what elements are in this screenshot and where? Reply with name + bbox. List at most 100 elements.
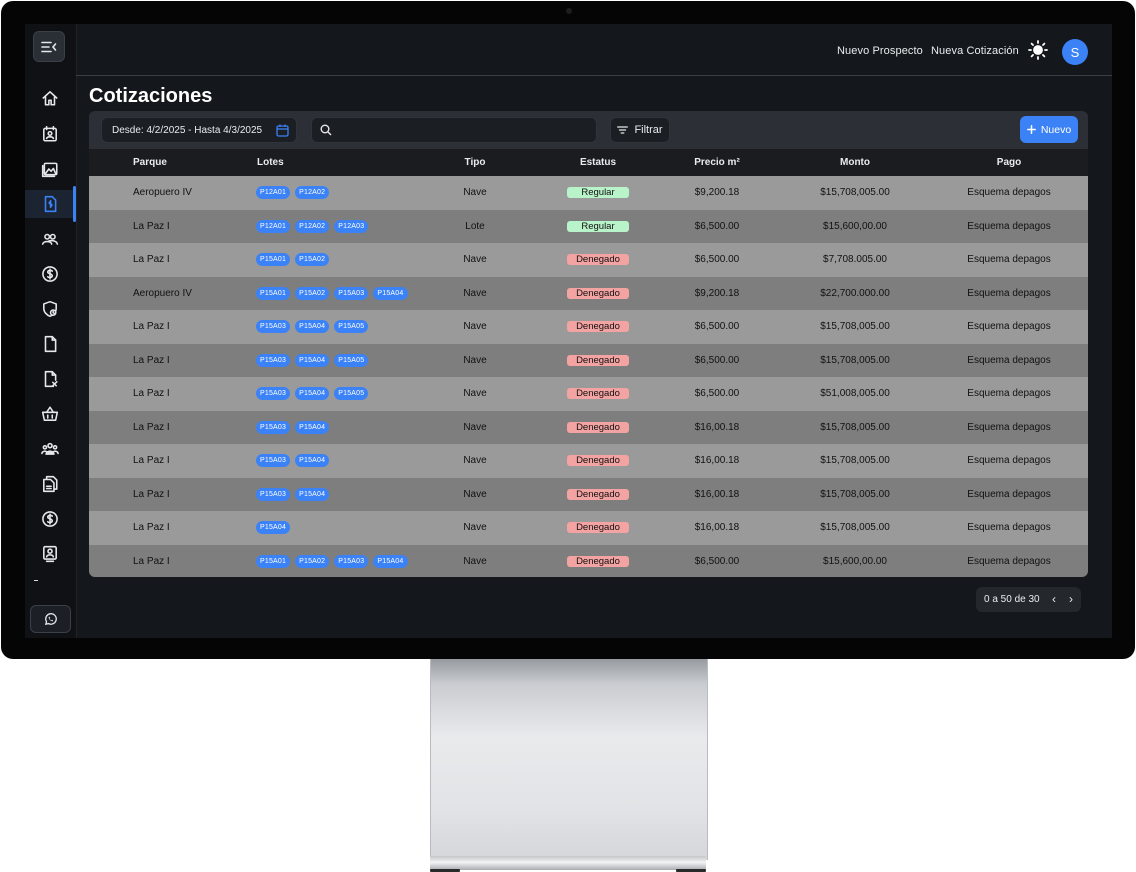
- lot-chip[interactable]: P15A04: [295, 353, 330, 367]
- cell-parque: Aeropuero IV: [133, 287, 192, 299]
- camera: [566, 8, 572, 14]
- lot-chip[interactable]: P15A04: [373, 554, 408, 568]
- lot-chip[interactable]: P15A03: [256, 353, 291, 367]
- table-row[interactable]: La Paz I P12A01 P12A02 P12A03 Lote Regular $6,…: [89, 209, 1088, 243]
- filter-icon: [617, 126, 629, 134]
- column-header-pago[interactable]: Pago: [997, 157, 1021, 168]
- sidebar-item-file[interactable]: [25, 330, 75, 358]
- sidebar-item-home[interactable]: [25, 84, 75, 112]
- sidebar-item-contact-card[interactable]: [25, 120, 75, 148]
- lot-chip[interactable]: P15A03: [256, 454, 291, 467]
- lot-chip[interactable]: P15A04: [295, 320, 330, 333]
- sidebar-item-file-edit[interactable]: [25, 365, 75, 393]
- lot-chip[interactable]: P15A05: [334, 320, 369, 333]
- user-avatar[interactable]: S: [1062, 39, 1088, 65]
- whatsapp-button[interactable]: [30, 605, 71, 633]
- sidebar-item-id-badge[interactable]: [25, 540, 75, 568]
- lot-chip[interactable]: P15A01: [256, 554, 291, 568]
- lot-chip[interactable]: P15A04: [295, 454, 330, 467]
- date-range-picker[interactable]: Desde: 4/2/2025 - Hasta 4/3/2025: [101, 117, 297, 143]
- lot-chip[interactable]: P12A03: [334, 219, 369, 233]
- column-header-parque[interactable]: Parque: [133, 157, 167, 168]
- table-row[interactable]: La Paz I P15A04 Nave Denegado $16,00.18 $15,7…: [89, 511, 1088, 545]
- lot-chip[interactable]: P15A03: [256, 387, 291, 400]
- status-badge: Denegado: [567, 388, 629, 399]
- lot-chip[interactable]: P12A01: [256, 186, 291, 199]
- table-row[interactable]: La Paz I P15A03 P15A04 P15A05 Nave Denegado $6…: [89, 343, 1088, 377]
- sidebar-item-quote-document[interactable]: [25, 186, 76, 222]
- cell-parque: La Paz I: [133, 522, 170, 533]
- cell-lotes: P15A03 P15A04 P15A05: [256, 320, 369, 333]
- home-icon: [42, 91, 58, 106]
- basket-icon: [41, 406, 59, 421]
- search-input[interactable]: [338, 118, 592, 144]
- lot-chip[interactable]: P15A04: [256, 521, 291, 534]
- sidebar-item-documents[interactable]: [25, 470, 75, 498]
- search-field[interactable]: [311, 117, 597, 144]
- table-row[interactable]: La Paz I P15A03 P15A04 Nave Denegado $16,00.1…: [89, 477, 1088, 511]
- column-header-tipo[interactable]: Tipo: [465, 157, 486, 168]
- sidebar-item-basket[interactable]: [25, 400, 75, 428]
- lot-chip[interactable]: P12A01: [256, 219, 291, 233]
- table-row[interactable]: Aeropuero IV P15A01 P15A02 P15A03 P15A04 Nave…: [89, 276, 1088, 310]
- lot-chip[interactable]: P15A02: [295, 253, 330, 266]
- column-header-precio[interactable]: Precio m²: [694, 157, 740, 168]
- lot-chip[interactable]: P15A02: [295, 554, 330, 568]
- prev-page-icon[interactable]: ‹: [1052, 592, 1056, 606]
- lot-chip[interactable]: P15A03: [334, 286, 369, 300]
- sidebar-item-dollar[interactable]: [25, 260, 75, 288]
- lot-chip[interactable]: P12A02: [295, 186, 330, 199]
- table-row[interactable]: La Paz I P15A03 P15A04 Nave Denegado $16,00.1…: [89, 410, 1088, 444]
- table-row[interactable]: La Paz I P15A03 P15A04 P15A05 Nave Denegado $6…: [89, 377, 1088, 411]
- lot-chip[interactable]: P15A03: [256, 487, 291, 501]
- table-row[interactable]: La Paz I P15A03 P15A04 Nave Denegado $16,00.1…: [89, 444, 1088, 478]
- cell-tipo: Nave: [463, 321, 487, 332]
- column-header-monto[interactable]: Monto: [840, 157, 870, 168]
- filter-button[interactable]: Filtrar: [610, 117, 670, 143]
- lot-chip[interactable]: P15A04: [295, 420, 330, 434]
- theme-toggle-sun-icon[interactable]: [1028, 40, 1048, 60]
- pagination-label: 0 a 50 de 30: [984, 594, 1040, 605]
- cell-precio: $6,500.00: [694, 388, 740, 399]
- top-bar: Nuevo Prospecto Nueva Cotización S: [76, 24, 1112, 76]
- cell-pago: Esquema depagos: [967, 555, 1051, 567]
- lot-chip[interactable]: P15A04: [373, 286, 408, 300]
- column-header-estatus[interactable]: Estatus: [580, 157, 616, 168]
- column-header-lotes[interactable]: Lotes: [257, 157, 284, 168]
- table-row[interactable]: Aeropuero IV P12A01 P12A02 Nave Regular $9,20…: [89, 176, 1088, 210]
- lot-chip[interactable]: P12A02: [295, 219, 330, 233]
- cell-monto: $15,600,00.00: [823, 555, 887, 567]
- cell-precio: $6,500.00: [694, 321, 740, 332]
- lot-chip[interactable]: P15A02: [295, 286, 330, 300]
- lot-chip[interactable]: P15A05: [334, 387, 369, 400]
- lot-chip[interactable]: P15A04: [295, 487, 330, 501]
- calendar-icon[interactable]: [276, 124, 289, 137]
- sidebar-item-gallery[interactable]: [25, 155, 75, 183]
- lot-chip[interactable]: P15A03: [334, 554, 369, 568]
- lot-chip[interactable]: P15A01: [256, 253, 291, 266]
- new-quote-link[interactable]: Nueva Cotización: [931, 45, 1019, 57]
- lot-chip[interactable]: P15A01: [256, 286, 291, 300]
- cell-pago: Esquema depagos: [967, 488, 1051, 500]
- table-row[interactable]: La Paz I P15A01 P15A02 Nave Denegado $6,500.0…: [89, 243, 1088, 277]
- new-quote-button[interactable]: Nuevo: [1020, 116, 1078, 143]
- lot-chip[interactable]: P15A04: [295, 387, 330, 400]
- next-page-icon[interactable]: ›: [1069, 592, 1073, 606]
- sidebar-item-users[interactable]: [25, 225, 75, 253]
- new-prospect-link[interactable]: Nuevo Prospecto: [837, 45, 923, 57]
- sidebar-item-dollar-circle[interactable]: [25, 505, 75, 533]
- sidebar-toggle-button[interactable]: [33, 31, 65, 62]
- cell-precio: $6,500.00: [694, 254, 740, 265]
- lot-chip[interactable]: P15A03: [256, 420, 291, 434]
- table-row[interactable]: La Paz I P15A01 P15A02 P15A03 P15A04 Nave Dene…: [89, 544, 1088, 577]
- cell-tipo: Nave: [463, 455, 487, 466]
- lot-chip[interactable]: P15A03: [256, 320, 291, 333]
- sidebar-item-team[interactable]: [25, 435, 75, 463]
- cell-monto: $15,708,005.00: [820, 488, 890, 500]
- cell-tipo: Nave: [463, 388, 487, 399]
- cell-pago: Esquema depagos: [967, 388, 1051, 399]
- table-row[interactable]: La Paz I P15A03 P15A04 P15A05 Nave Denegado $6…: [89, 310, 1088, 344]
- lot-chip[interactable]: P15A05: [334, 353, 369, 367]
- sidebar-item-shield[interactable]: [25, 295, 75, 323]
- cell-tipo: Nave: [463, 421, 487, 433]
